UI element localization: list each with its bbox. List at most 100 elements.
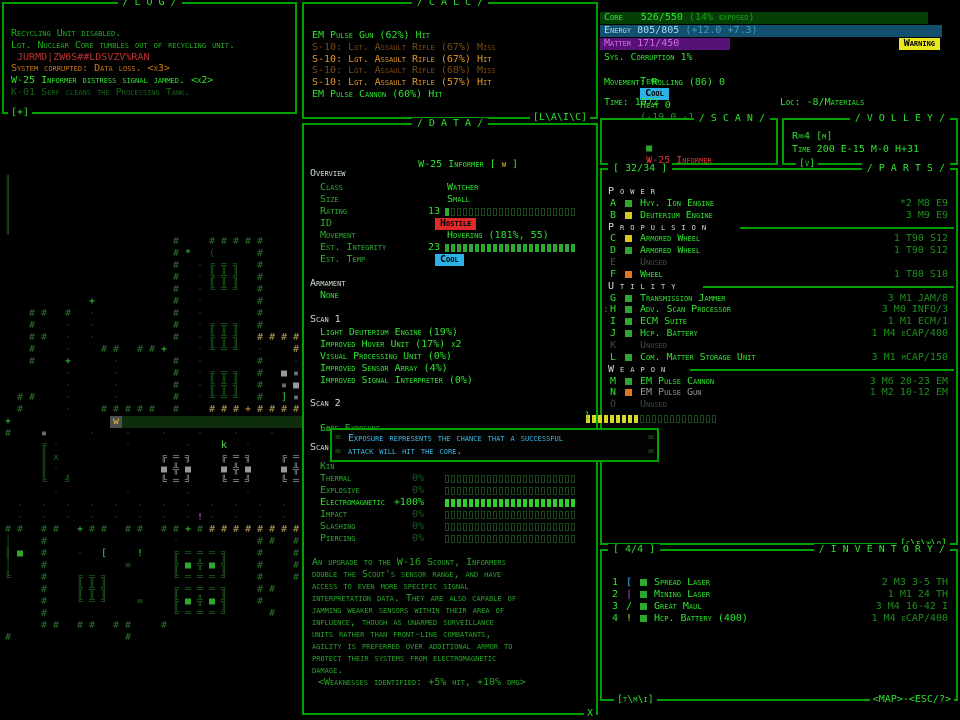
map-cell[interactable]: ▪ [290,392,302,404]
map-cell[interactable]: # [290,572,302,584]
map-cell[interactable]: ( [206,248,218,260]
map-cell[interactable]: · [110,356,122,368]
map-cell[interactable]: ╩ [218,392,230,404]
map-cell[interactable]: ═ [182,608,194,620]
map-cell[interactable]: # [194,524,206,536]
map-cell[interactable]: # [170,524,182,536]
map-cell[interactable]: · [194,308,206,320]
map-cell[interactable]: # [86,620,98,632]
map-cell[interactable]: # [110,620,122,632]
parts-row-D[interactable]: DArmored Wheel1 T90 S12 [602,245,956,257]
map-cell[interactable]: # [206,404,218,416]
map-cell[interactable]: ║ [2,548,14,560]
map-cell[interactable]: · [194,344,206,356]
map-cell[interactable]: ═ [206,608,218,620]
map-cell[interactable]: ╝ [230,392,242,404]
map-cell[interactable]: ■ [290,380,302,392]
map-cell[interactable]: · [50,488,62,500]
map-cell[interactable]: ╚ [158,476,170,488]
map-cell[interactable]: ═ [290,452,302,464]
map-cell[interactable]: # [170,332,182,344]
map-cell[interactable]: ╦ [218,368,230,380]
map-cell[interactable]: # [254,560,266,572]
map-cell[interactable]: ╝ [218,608,230,620]
map-cell[interactable]: · [194,296,206,308]
map-cell[interactable]: │ [2,536,14,548]
map-cell[interactable]: + [86,296,98,308]
map-cell[interactable]: # [254,536,266,548]
map-cell[interactable]: ╗ [230,320,242,332]
map-cell[interactable]: ╩ [86,596,98,608]
map-cell[interactable]: ╩ [218,344,230,356]
map-cell[interactable]: # [38,548,50,560]
map-cell[interactable]: ╠ [170,560,182,572]
map-cell[interactable]: # [170,392,182,404]
map-cell[interactable]: · [182,488,194,500]
map-cell[interactable]: ═ [230,476,242,488]
map-cell[interactable]: # [290,536,302,548]
map-cell[interactable]: · [122,440,134,452]
map-cell[interactable]: ╚ [170,608,182,620]
map-cell[interactable]: ╬ [218,332,230,344]
map-cell[interactable]: ╣ [230,332,242,344]
map-cell[interactable]: ╔ [170,548,182,560]
map-cell[interactable]: · [278,500,290,512]
map-cell[interactable]: ▪ [38,428,50,440]
map-cell[interactable]: # [290,560,302,572]
map-cell[interactable]: ╗ [98,572,110,584]
map-cell[interactable]: # [230,524,242,536]
map-cell[interactable]: # [38,560,50,572]
inventory-row-1[interactable]: 1[Spread Laser2 M3 3-5 TH [602,577,956,589]
map-cell[interactable]: # [266,332,278,344]
map-cell[interactable]: # [218,524,230,536]
map-cell[interactable]: # [26,308,38,320]
map-cell[interactable]: ║ [2,200,14,212]
map-cell[interactable]: · [122,488,134,500]
map-cell[interactable]: ■ [218,464,230,476]
map-cell[interactable]: ■ [14,548,26,560]
map-cell[interactable]: ╬ [86,584,98,596]
map-cell[interactable]: # [170,404,182,416]
map-cell[interactable]: # [50,524,62,536]
parts-row-M[interactable]: MEM Pulse Cannon3 M6 20-23 EM [602,376,956,388]
map-cell[interactable]: ╦ [218,260,230,272]
map-cell[interactable]: ╠ [206,272,218,284]
map-cell[interactable]: # [290,524,302,536]
map-cell[interactable]: ■ [158,464,170,476]
map-cell[interactable]: # [38,584,50,596]
map-cell[interactable]: ■ [278,368,290,380]
map-cell[interactable]: # [254,236,266,248]
map-cell[interactable]: · [14,512,26,524]
map-cell[interactable]: # [158,620,170,632]
map-cell[interactable]: · [254,344,266,356]
map-cell[interactable]: ╬ [218,380,230,392]
map-cell[interactable]: ╔ [206,368,218,380]
parts-row-H[interactable]: :HAdv. Scan Processor3 M0 INFO/3 [602,304,956,316]
log-expand-button[interactable]: [+] [8,107,32,119]
map-cell[interactable]: · [62,320,74,332]
map-cell[interactable]: ╔ [278,452,290,464]
map-cell[interactable]: ╝ [230,284,242,296]
map-cell[interactable]: # [170,296,182,308]
map-cell[interactable]: # [170,284,182,296]
map-cell[interactable]: # [254,284,266,296]
map-cell[interactable]: · [62,392,74,404]
map-cell[interactable]: # [254,332,266,344]
map-cell[interactable]: ╔ [38,440,50,452]
map-cell[interactable]: # [254,320,266,332]
map-cell[interactable]: ═ [290,476,302,488]
map-cell[interactable]: · [170,416,182,428]
map-cell[interactable]: · [50,464,62,476]
map-cell[interactable]: # [26,344,38,356]
map-cell[interactable]: # [242,524,254,536]
map-cell[interactable]: # [38,572,50,584]
map-cell[interactable]: ╔ [74,572,86,584]
map-cell[interactable]: = [122,560,134,572]
map-cell[interactable]: · [86,428,98,440]
map-cell[interactable]: ║ [38,464,50,476]
map-cell[interactable]: · [134,500,146,512]
map-cell[interactable]: ] [278,392,290,404]
map-cell[interactable]: ╗ [218,584,230,596]
robot-glyph[interactable]: w [110,416,122,428]
map-cell[interactable]: · [206,500,218,512]
